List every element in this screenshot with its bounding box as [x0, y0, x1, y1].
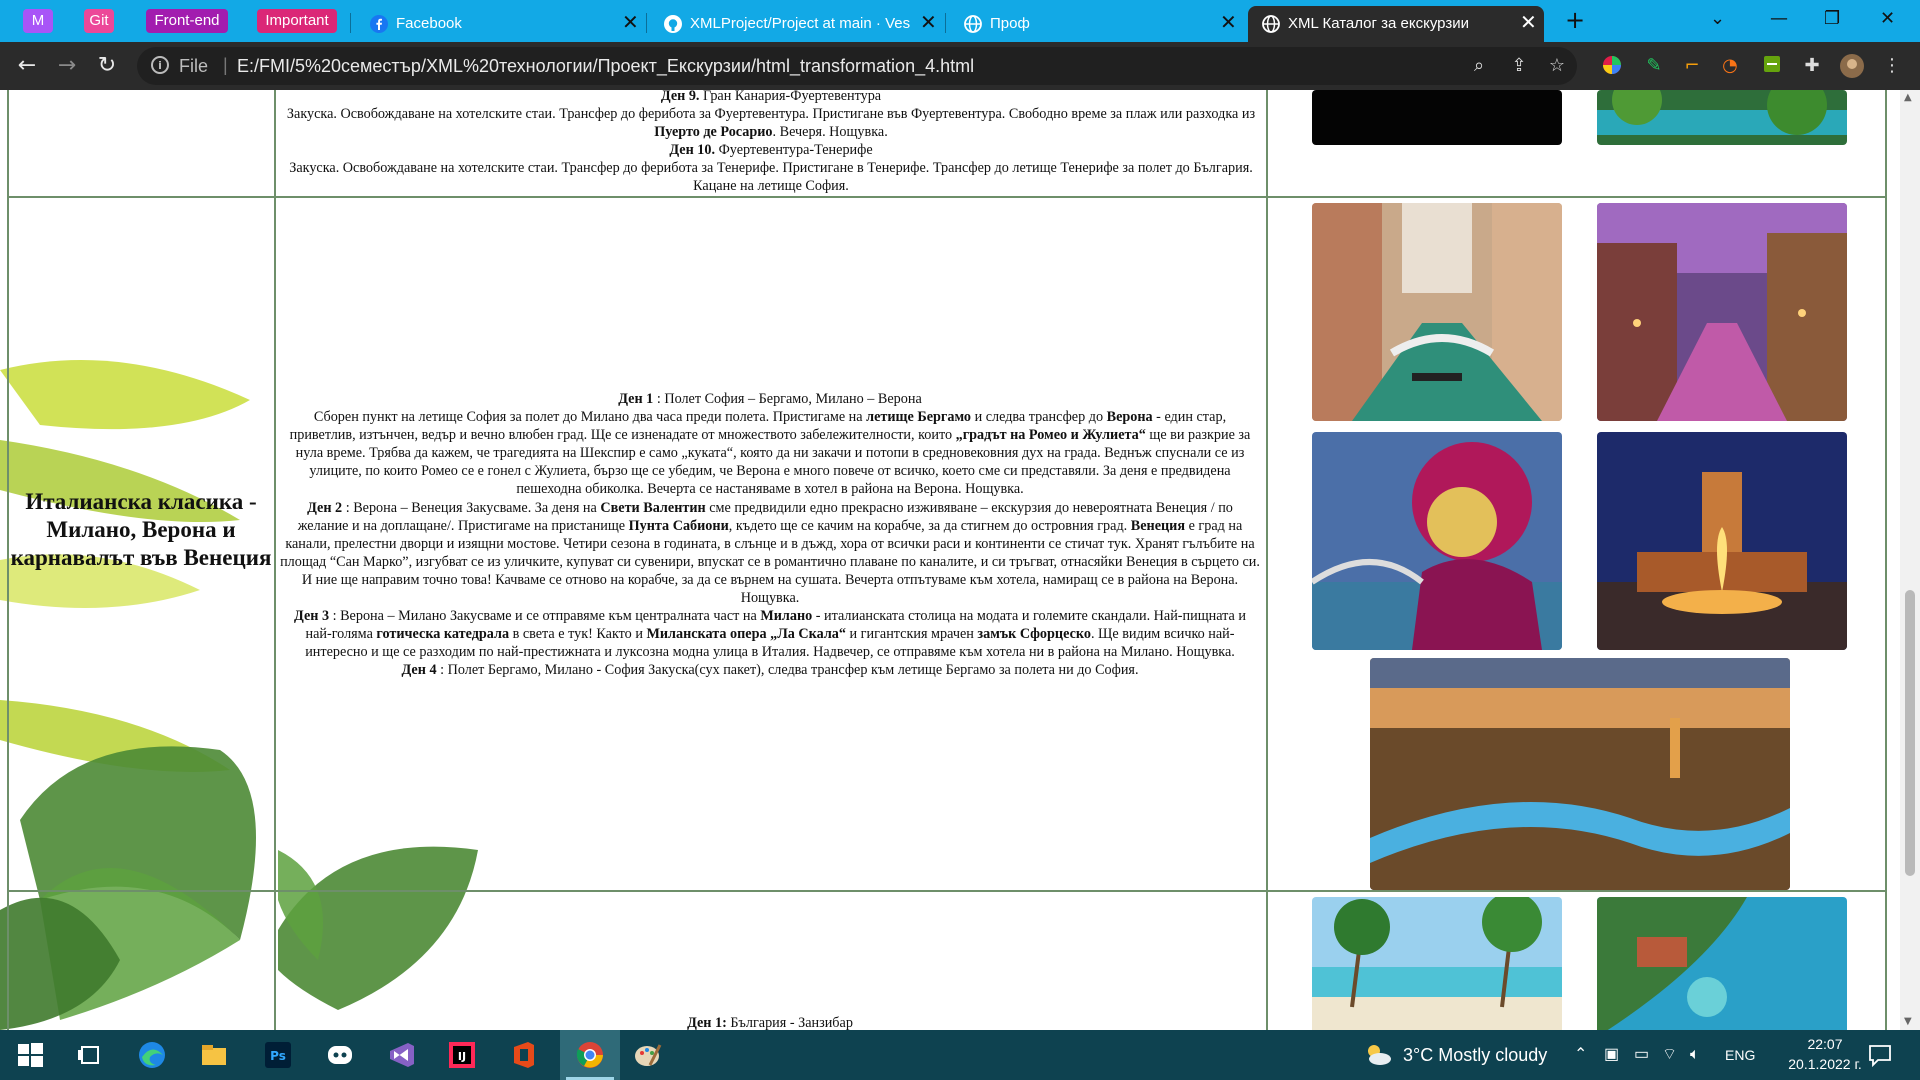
excursion-program-top: Ден 9. Гран Канария-Фуертевентура Закуск…: [286, 90, 1256, 195]
facebook-icon: [370, 15, 388, 33]
clock[interactable]: 22:07 20.1.2022 г.: [1775, 1034, 1875, 1074]
close-tab-icon[interactable]: ✕: [622, 13, 639, 33]
zoom-icon[interactable]: ⌕: [1467, 54, 1491, 78]
edge-browser-icon[interactable]: [136, 1039, 168, 1071]
weather-cloud-icon: [1368, 1045, 1391, 1065]
rss-extension-icon[interactable]: ◔: [1718, 54, 1742, 78]
close-window-button[interactable]: ✕: [1880, 8, 1895, 29]
visual-studio-icon[interactable]: [386, 1039, 418, 1071]
table-border: [7, 890, 1887, 892]
color-picker-extension-icon[interactable]: [1600, 54, 1624, 78]
excursion-photo: [1597, 90, 1847, 145]
scrollbar-thumb[interactable]: [1905, 590, 1915, 876]
svg-text:Ps: Ps: [270, 1049, 286, 1063]
windows-start-icon[interactable]: [14, 1039, 46, 1071]
tab-group-git[interactable]: Git: [84, 9, 114, 33]
excursion-program: Ден 1 : Полет София – Бергамо, Милано – …: [280, 391, 1260, 679]
table-border: [7, 196, 1887, 198]
tab-separator: [646, 13, 647, 33]
tab-strip: M Git Front-end Important Facebook ✕ XML…: [0, 0, 1920, 42]
zanzibar-resort-photo: [1597, 897, 1847, 1030]
file-explorer-icon[interactable]: [198, 1039, 230, 1071]
venice-canal-photo: [1312, 203, 1562, 421]
notifications-icon[interactable]: [1864, 1039, 1896, 1071]
tray-overflow-icon[interactable]: ⌃: [1574, 1030, 1587, 1080]
forward-button[interactable]: →: [53, 52, 81, 80]
sheet-extension-icon[interactable]: [1760, 54, 1784, 78]
tab-separator: [350, 13, 351, 33]
new-tab-button[interactable]: +: [1565, 6, 1585, 34]
svg-text:IJ: IJ: [458, 1050, 466, 1063]
verona-panorama-photo: [1370, 658, 1790, 890]
page-scrollbar[interactable]: ▲ ▼: [1900, 90, 1920, 1030]
page-content: Ден 9. Гран Канария-Фуертевентура Закуск…: [0, 90, 1900, 1030]
tab-github[interactable]: XMLProject/Project at main · Vesela ✕: [650, 6, 940, 42]
scroll-down-icon[interactable]: ▼: [1904, 1016, 1912, 1027]
task-view-icon[interactable]: [74, 1039, 106, 1071]
maximize-button[interactable]: ❐: [1824, 8, 1840, 29]
leaf-decoration: [278, 846, 478, 1010]
extensions-puzzle-icon[interactable]: ✚: [1800, 54, 1824, 78]
discord-icon[interactable]: [324, 1039, 356, 1071]
battery-icon[interactable]: ▭: [1634, 1030, 1649, 1080]
excursion-name: Италианска класика - Милано, Верона и ка…: [10, 489, 272, 570]
tool-extension-icon[interactable]: ⌐: [1680, 54, 1704, 78]
table-border: [7, 90, 9, 1030]
back-button[interactable]: ←: [13, 52, 41, 80]
globe-icon: [1262, 15, 1280, 33]
tab-facebook[interactable]: Facebook ✕: [356, 6, 646, 42]
reload-button[interactable]: ↻: [93, 52, 121, 80]
github-icon: [664, 15, 682, 33]
tab-xml-catalog[interactable]: XML Каталог за екскурзии ✕: [1248, 6, 1544, 42]
close-tab-icon[interactable]: ✕: [920, 13, 937, 33]
leaf-decoration: [0, 360, 256, 1030]
browser-toolbar: ← → ↻ i File | E:/FMI/5%20семестър/XML%2…: [0, 42, 1920, 90]
bookmark-star-icon[interactable]: ☆: [1545, 54, 1569, 78]
zanzibar-beach-photo: [1312, 897, 1562, 1030]
venice-sunset-canal-photo: [1597, 203, 1847, 421]
photoshop-icon[interactable]: Ps: [262, 1039, 294, 1071]
minimize-button[interactable]: —: [1770, 8, 1788, 29]
info-icon[interactable]: i: [151, 56, 169, 74]
tab-separator: [945, 13, 946, 33]
scroll-up-icon[interactable]: ▲: [1904, 92, 1912, 103]
table-border: [1266, 90, 1268, 1030]
tab-prof[interactable]: Проф ✕: [950, 6, 1240, 42]
table-border: [274, 90, 276, 1030]
menu-kebab-icon[interactable]: ⋮: [1880, 54, 1904, 78]
chrome-icon[interactable]: [574, 1039, 606, 1071]
jetbrains-icon[interactable]: IJ: [446, 1039, 478, 1071]
tab-group-front-end[interactable]: Front-end: [146, 9, 228, 33]
url-text[interactable]: E:/FMI/5%20семестър/XML%20технологии/Про…: [237, 56, 974, 77]
language-indicator[interactable]: ENG: [1725, 1030, 1755, 1080]
sforza-castle-night-photo: [1597, 432, 1847, 650]
table-border: [1885, 90, 1887, 1030]
paint-icon[interactable]: [632, 1039, 664, 1071]
volume-icon[interactable]: 🔈︎: [1690, 1030, 1700, 1080]
pen-extension-icon[interactable]: ✎: [1642, 54, 1666, 78]
weather-text[interactable]: 3°C Mostly cloudy: [1403, 1030, 1547, 1080]
windows-taskbar: Ps IJ 3°C Mostly cloudy ⌃ ▣ ▭ ⌔ 🔈︎ ENG 2…: [0, 1030, 1920, 1080]
excursion-program-next: Ден 1: България - Занзибар: [687, 1015, 853, 1030]
excursion-photo: [1312, 90, 1562, 145]
profile-avatar[interactable]: [1840, 54, 1864, 78]
network-icon[interactable]: ⌔: [1662, 1030, 1677, 1080]
venice-carnival-mask-photo: [1312, 432, 1562, 650]
tab-group-m[interactable]: M: [23, 9, 53, 33]
close-tab-icon[interactable]: ✕: [1220, 13, 1237, 33]
address-bar[interactable]: i File | E:/FMI/5%20семестър/XML%20техно…: [137, 47, 1577, 85]
share-icon[interactable]: ⇪: [1507, 54, 1531, 78]
close-tab-icon[interactable]: ✕: [1520, 13, 1537, 33]
tab-group-important[interactable]: Important: [257, 9, 337, 33]
meet-now-icon[interactable]: ▣: [1604, 1030, 1619, 1080]
office-icon[interactable]: [508, 1039, 540, 1071]
globe-icon: [964, 15, 982, 33]
tab-search-icon[interactable]: ⌄: [1710, 8, 1725, 29]
